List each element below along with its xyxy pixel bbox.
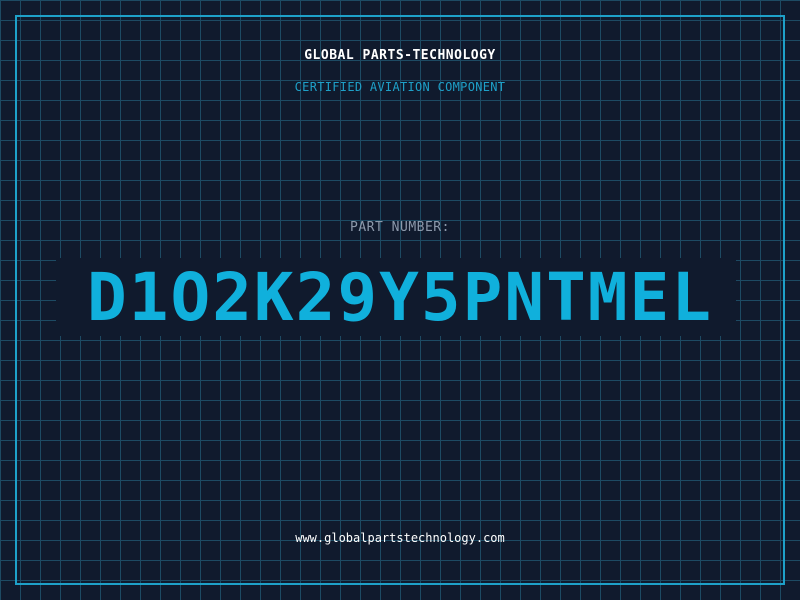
- brand-name: GLOBAL PARTS-TECHNOLOGY: [304, 48, 496, 63]
- certification-subtitle: CERTIFIED AVIATION COMPONENT: [294, 80, 506, 94]
- part-number-value: D1O2K29Y5PNTMEL: [86, 259, 714, 336]
- part-number-label: PART NUMBER:: [350, 220, 450, 235]
- part-label-card: GLOBAL PARTS-TECHNOLOGY CERTIFIED AVIATI…: [0, 0, 800, 600]
- website-url: www.globalpartstechnology.com: [295, 531, 505, 545]
